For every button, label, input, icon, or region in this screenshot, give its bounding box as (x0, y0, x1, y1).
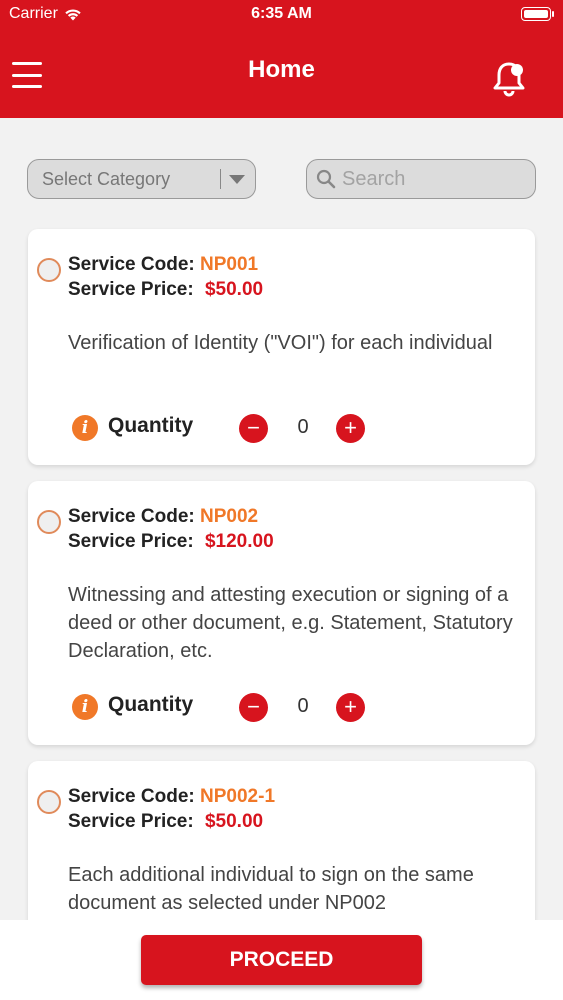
service-code-label: Service Code: (68, 254, 195, 275)
service-card: Service Code: NP002 Service Price: $120.… (28, 481, 535, 745)
status-bar: Carrier 6:35 AM (0, 0, 563, 30)
quantity-row: i Quantity − 0 + (72, 692, 372, 722)
status-time: 6:35 AM (251, 5, 312, 22)
quantity-decrease-button[interactable]: − (239, 693, 268, 722)
service-price-label: Service Price: (68, 811, 194, 832)
service-price-line: Service Price: $50.00 (68, 279, 263, 301)
info-icon[interactable]: i (72, 415, 98, 441)
quantity-decrease-button[interactable]: − (239, 414, 268, 443)
filter-bar: Select Category (27, 159, 536, 199)
service-description: Witnessing and attesting execution or si… (68, 584, 513, 662)
proceed-button[interactable]: PROCEED (141, 935, 422, 985)
quantity-label: Quantity (108, 693, 194, 716)
quantity-value: 0 (297, 416, 309, 438)
search-icon (316, 169, 336, 189)
info-icon[interactable]: i (72, 694, 98, 720)
quantity-increase-button[interactable]: + (336, 693, 365, 722)
service-description: Verification of Identity ("VOI") for eac… (68, 332, 493, 354)
service-price-line: Service Price: $120.00 (68, 531, 274, 553)
category-select[interactable]: Select Category (27, 159, 256, 199)
service-price-value: $50.00 (204, 279, 264, 300)
battery-icon (521, 7, 554, 21)
service-price-label: Service Price: (68, 279, 194, 300)
service-code-label: Service Code: (68, 506, 195, 527)
app-header: Carrier 6:35 AM Home (0, 0, 563, 118)
service-price-line: Service Price: $50.00 (68, 811, 263, 833)
quantity-label: Quantity (108, 414, 194, 437)
service-select-radio[interactable] (37, 510, 61, 534)
service-code-line: Service Code: NP002-1 (68, 786, 275, 808)
quantity-value: 0 (297, 695, 309, 717)
service-code-label: Service Code: (68, 786, 195, 807)
service-code-value: NP001 (200, 254, 259, 275)
service-select-radio[interactable] (37, 790, 61, 814)
quantity-increase-button[interactable]: + (336, 414, 365, 443)
service-price-value: $50.00 (204, 811, 264, 832)
service-code-value: NP002 (200, 506, 259, 527)
service-code-value: NP002-1 (200, 786, 276, 807)
select-divider (219, 169, 221, 189)
service-description: Each additional individual to sign on th… (68, 864, 474, 914)
search-box[interactable] (306, 159, 536, 199)
service-code-line: Service Code: NP002 (68, 506, 258, 528)
service-price-label: Service Price: (68, 531, 194, 552)
service-code-line: Service Code: NP001 (68, 254, 258, 276)
service-card: Service Code: NP001 Service Price: $50.0… (28, 229, 535, 465)
search-input[interactable] (342, 167, 522, 191)
service-select-radio[interactable] (37, 258, 61, 282)
bell-notification-icon[interactable] (491, 58, 527, 98)
chevron-down-icon (229, 174, 245, 184)
page-title: Home (248, 56, 315, 83)
service-price-value: $120.00 (204, 531, 274, 552)
quantity-row: i Quantity − 0 + (72, 413, 372, 443)
category-select-value: Select Category (42, 168, 171, 189)
footer-bar: PROCEED (0, 920, 563, 1000)
